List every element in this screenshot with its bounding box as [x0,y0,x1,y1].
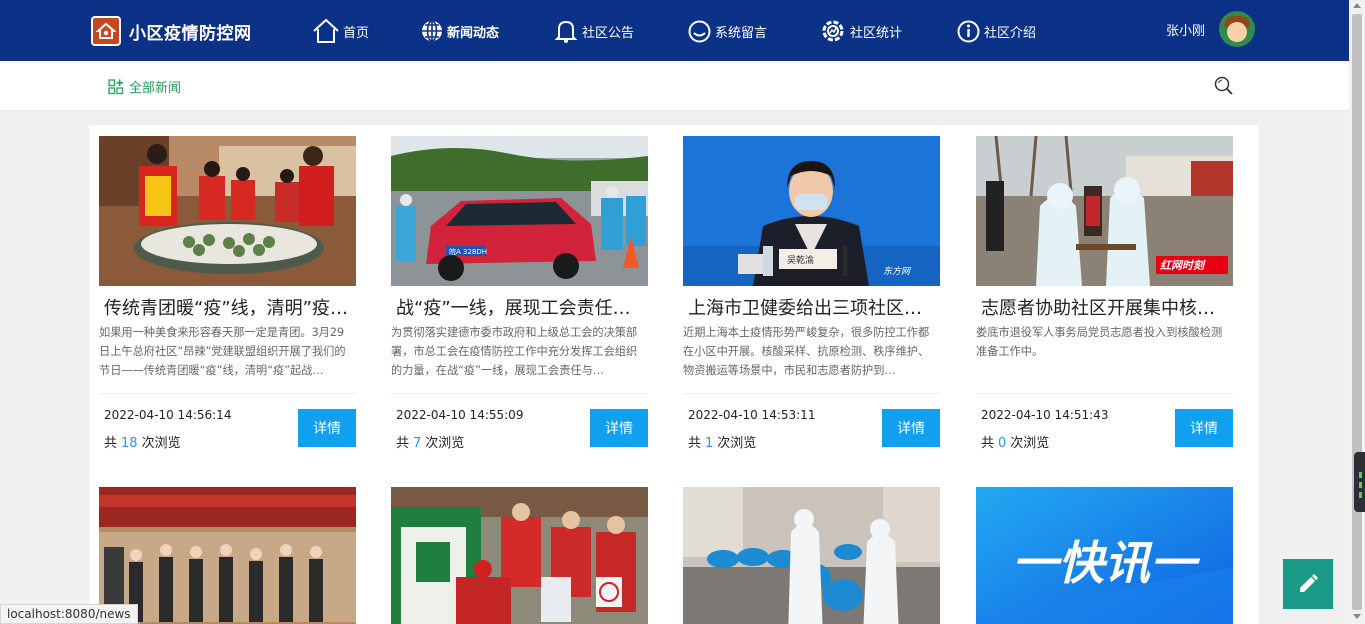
detail-button[interactable]: 详情 [1175,409,1233,447]
home-icon [313,18,339,43]
nav-label: 系统留言 [715,25,768,41]
news-list-panel: 传统青团暖“疫”线，清明”疫”起战… 如果用一种美食来形容春天那一定是青团。3月… [89,125,1259,624]
view-count: 共 0 次浏览 [981,436,1050,451]
news-thumbnail[interactable] [683,487,940,624]
globe-icon [422,20,442,42]
top-navbar: 小区疫情防控网 首页 新闻动态 社区公告 系统留言 社区统计 社区介绍 张小刚 [0,0,1349,61]
news-date: 2022-04-10 14:55:09 [396,408,524,422]
nav-label: 社区公告 [582,25,635,41]
svg-text:皖A 328DH: 皖A 328DH [449,247,487,256]
brand[interactable]: 小区疫情防控网 [91,15,252,47]
scroll-thumb[interactable] [1352,14,1362,610]
news-thumbnail[interactable]: 红网时刻 [976,136,1233,286]
nav-news[interactable]: 新闻动态 [420,14,499,48]
news-title[interactable]: 上海市卫健委给出三项社区防控措施 [688,294,936,320]
info-icon [957,20,980,42]
all-news-label: 全部新闻 [129,81,182,96]
search-button[interactable] [1213,75,1235,97]
svg-text:一快讯一: 一快讯一 [1012,536,1201,590]
news-summary: 为贯彻落实建德市委市政府和上级总工会的决策部署，市总工会在疫情防控工作中充分发挥… [391,326,638,377]
sub-toolbar: 全部新闻 [0,61,1349,111]
nav-about[interactable]: 社区介绍 [956,14,1036,48]
nav-label: 首页 [343,25,370,41]
card-divider [391,393,648,394]
card-divider [99,393,356,394]
news-thumbnail[interactable]: 吴乾渝 东方网 [683,136,940,286]
news-thumbnail[interactable]: 一快讯一 [976,487,1233,624]
view-count-number: 7 [413,436,422,451]
news-summary: 娄底市退役军人事务局党员志愿者投入到核酸检测准备工作中。 [976,326,1223,358]
avatar[interactable] [1219,11,1256,47]
svg-text:吴乾渝: 吴乾渝 [787,254,814,266]
news-thumbnail[interactable] [99,136,356,286]
scroll-up-arrow-icon[interactable] [1353,3,1361,8]
user-name: 张小刚 [1166,23,1206,39]
category-grid-icon [108,78,124,94]
view-count-number: 18 [121,436,138,451]
nav-messages[interactable]: 系统留言 [687,14,767,48]
card-divider [683,393,940,394]
all-news-link[interactable]: 全部新闻 [108,77,181,96]
nav-label: 社区介绍 [984,25,1037,41]
message-icon [688,20,711,42]
side-widget-handle[interactable] [1354,452,1365,512]
news-summary: 如果用一种美食来形容春天那一定是青团。3月29日上午总府社区“昂辣”党建联盟组织… [99,326,346,377]
news-title[interactable]: 志愿者协助社区开展集中核酸检测 [981,294,1229,320]
page-scrollbar[interactable] [1349,0,1365,624]
detail-button[interactable]: 详情 [882,409,940,447]
pencil-icon [1300,574,1318,592]
news-date: 2022-04-10 14:53:11 [688,408,816,422]
news-title[interactable]: 传统青团暖“疫”线，清明”疫”起战… [104,294,352,320]
svg-text:东方网: 东方网 [883,266,911,277]
news-thumbnail[interactable]: 皖A 328DH [391,136,648,286]
home-logo-icon [91,16,121,46]
nav-notice[interactable]: 社区公告 [553,14,634,48]
news-summary: 近期上海本土疫情形势严峻复杂，很多防控工作都在小区中开展。核酸采样、抗原检测、秩… [683,326,930,377]
view-count: 共 7 次浏览 [396,436,465,451]
news-thumbnail[interactable] [391,487,648,624]
news-date: 2022-04-10 14:51:43 [981,408,1109,422]
scroll-down-arrow-icon[interactable] [1353,614,1361,619]
view-count: 共 1 次浏览 [688,436,757,451]
nav-label: 社区统计 [850,25,903,41]
user-menu[interactable]: 张小刚 [1166,11,1256,47]
nav-label: 新闻动态 [447,25,500,41]
view-count-number: 0 [998,436,1007,451]
nav-statistics[interactable]: 社区统计 [819,14,902,48]
news-title[interactable]: 战“疫”一线，展现工会责任与担当 [396,294,644,320]
nav-home[interactable]: 首页 [312,14,369,48]
news-thumbnail[interactable] [99,487,356,624]
svg-text:红网时刻: 红网时刻 [1160,259,1206,272]
search-icon [1214,76,1233,95]
edit-fab-button[interactable] [1283,559,1333,609]
news-date: 2022-04-10 14:56:14 [104,408,232,422]
view-count-number: 1 [705,436,714,451]
bell-icon [554,20,578,43]
site-title: 小区疫情防控网 [129,23,252,44]
detail-button[interactable]: 详情 [590,409,648,447]
chart-gear-icon [822,20,844,42]
status-bar-url: localhost:8080/news [0,604,138,624]
detail-button[interactable]: 详情 [298,409,356,447]
card-divider [976,393,1233,394]
view-count: 共 18 次浏览 [104,436,181,451]
